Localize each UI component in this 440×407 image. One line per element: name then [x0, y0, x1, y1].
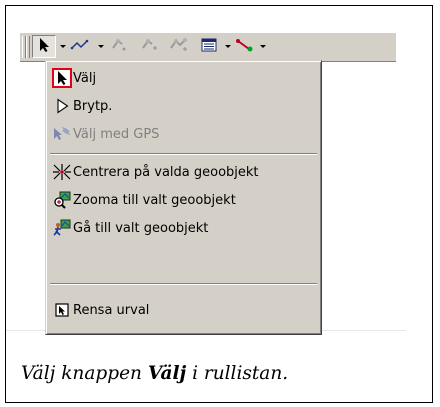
center-target-icon	[52, 162, 72, 182]
add-point-icon	[139, 36, 159, 58]
zoom-to-feature-icon	[52, 190, 72, 210]
attribute-table-dropdown-arrow[interactable]	[225, 45, 231, 48]
toolbar-grip[interactable]	[26, 36, 30, 58]
menu-separator	[50, 153, 317, 155]
menu-item-rensa-urval[interactable]: Rensa urval	[52, 299, 315, 321]
attribute-table-icon	[201, 37, 217, 56]
arrow-select-icon	[52, 68, 72, 88]
add-vertex-button[interactable]	[106, 35, 132, 58]
menu-item-label: Gå till valt geoobjekt	[73, 220, 209, 236]
caption-suffix: i rullistan.	[186, 363, 289, 384]
add-node-icon	[168, 36, 190, 58]
gps-satellite-icon	[52, 124, 72, 144]
menu-item-label: Centrera på valda geoobjekt	[73, 164, 259, 180]
clear-selection-icon	[52, 300, 72, 320]
caption-bold-term: Välj	[147, 363, 187, 384]
figure-caption: Välj knappen Välj i rullistan.	[21, 363, 288, 384]
menu-item-centrera[interactable]: Centrera på valda geoobjekt	[52, 161, 315, 183]
polyline-dropdown-arrow[interactable]	[98, 45, 104, 48]
menu-item-label: Välj	[73, 70, 97, 86]
menu-item-label: Rensa urval	[73, 302, 150, 318]
snap-line-button[interactable]	[233, 35, 257, 58]
snap-line-dropdown-arrow[interactable]	[260, 45, 266, 48]
select-tool-dropdown-menu: Välj Brytp. Välj med GPS Centrera på val…	[45, 60, 322, 335]
menu-item-zooma[interactable]: Zooma till valt geoobjekt	[52, 189, 315, 211]
add-point-button[interactable]	[136, 35, 162, 58]
menu-item-label: Zooma till valt geoobjekt	[73, 192, 236, 208]
select-arrow-icon	[37, 37, 51, 57]
snap-line-icon	[235, 37, 255, 57]
menu-item-label: Brytp.	[73, 98, 113, 114]
menu-separator	[50, 283, 317, 285]
polyline-tool-button[interactable]	[68, 35, 92, 58]
editing-toolbar	[20, 32, 396, 62]
menu-item-valj[interactable]: Välj	[52, 67, 315, 89]
menu-item-brytp[interactable]: Brytp.	[52, 95, 315, 117]
select-tool-button[interactable]	[32, 35, 56, 58]
menu-item-ga-till[interactable]: Gå till valt geoobjekt	[52, 217, 315, 239]
go-to-feature-icon	[52, 218, 72, 238]
attribute-table-button[interactable]	[198, 35, 220, 58]
add-vertex-icon	[109, 36, 129, 58]
hollow-arrow-icon	[52, 96, 72, 116]
add-node-button[interactable]	[166, 35, 192, 58]
caption-prefix: Välj knappen	[21, 363, 148, 384]
menu-item-label: Välj med GPS	[73, 126, 160, 142]
select-tool-dropdown-arrow[interactable]	[60, 45, 66, 48]
menu-item-valj-med-gps[interactable]: Välj med GPS	[52, 123, 315, 145]
polyline-icon	[70, 37, 90, 56]
